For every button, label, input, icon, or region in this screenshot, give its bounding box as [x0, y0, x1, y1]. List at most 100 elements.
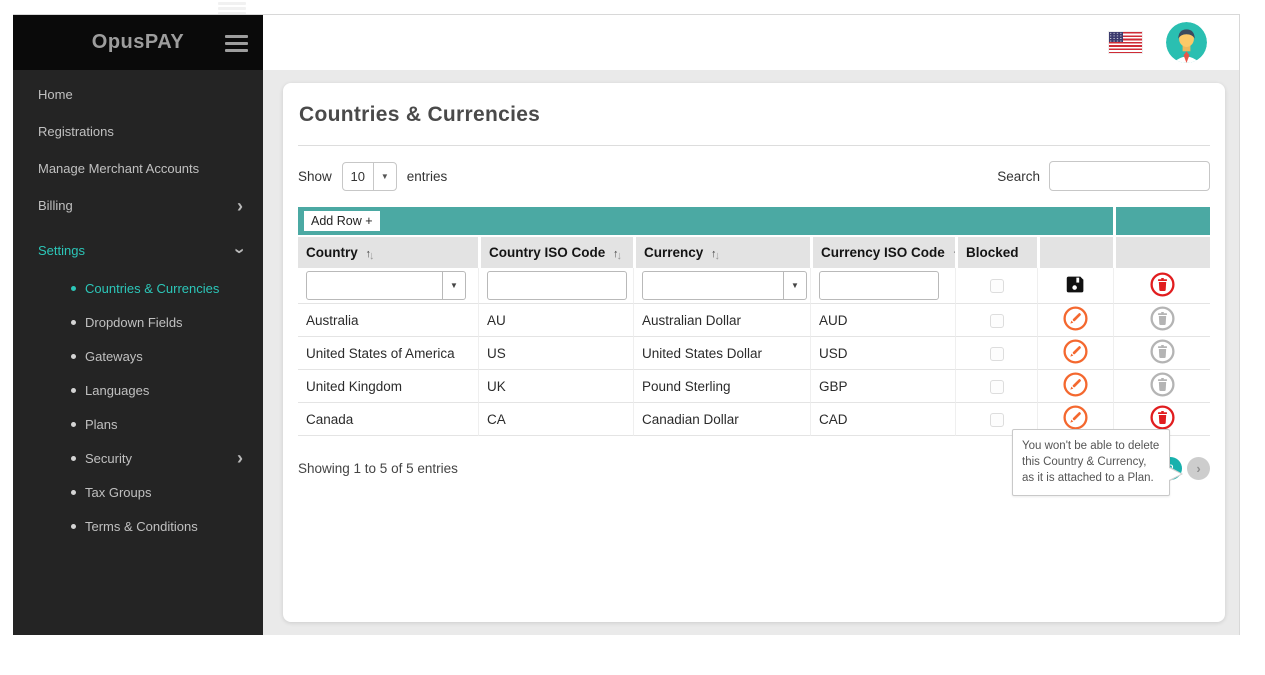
table-header-row: Country ↑↓ Country ISO Code ↑↓ Currency … [298, 235, 1210, 268]
select-arrow-icon: ▼ [442, 272, 465, 299]
new-row-editor: ▼ ▼ [298, 268, 1210, 304]
cell-currency-iso: USD [810, 337, 955, 370]
cell-country-iso: US [478, 337, 633, 370]
add-row-button[interactable]: Add Row + [304, 211, 380, 231]
select-arrow-icon: ▼ [373, 163, 396, 190]
bullet-icon [71, 388, 76, 393]
cell-country: Canada [298, 403, 478, 436]
column-header-currency[interactable]: Currency ↑↓ [633, 235, 810, 268]
blocked-checkbox[interactable] [990, 314, 1004, 328]
cell-currency-iso: CAD [810, 403, 955, 436]
sidebar-item-manage-merchant-accounts[interactable]: Manage Merchant Accounts [13, 150, 263, 187]
search-input[interactable] [1049, 161, 1210, 191]
blocked-checkbox[interactable] [990, 279, 1004, 293]
page-length-select[interactable]: 10 ▼ [342, 162, 397, 191]
edit-icon[interactable] [1062, 404, 1089, 431]
cell-country: United States of America [298, 337, 478, 370]
page-title: Countries & Currencies [298, 83, 1210, 145]
country-select[interactable]: ▼ [306, 271, 466, 300]
show-label: Show [298, 169, 332, 184]
delete-icon-disabled[interactable] [1149, 371, 1176, 398]
delete-icon-disabled[interactable] [1149, 305, 1176, 332]
column-header-currency-iso[interactable]: Currency ISO Code ↑↓ [810, 235, 955, 268]
blocked-checkbox[interactable] [990, 380, 1004, 394]
sort-icon: ↑↓ [613, 245, 620, 260]
table-row: United States of America US United State… [298, 337, 1210, 370]
select-arrow-icon: ▼ [783, 272, 806, 299]
sidebar-item-terms-conditions[interactable]: Terms & Conditions [13, 509, 263, 543]
brand-logo: OpusPAY [92, 31, 184, 54]
cell-country-iso: CA [478, 403, 633, 436]
sidebar-item-languages[interactable]: Languages [13, 373, 263, 407]
delete-disabled-tooltip: You won't be able to delete this Country… [1012, 429, 1170, 496]
country-iso-input[interactable] [487, 271, 627, 300]
bullet-icon [71, 354, 76, 359]
cell-country-iso: UK [478, 370, 633, 403]
sidebar-item-registrations[interactable]: Registrations [13, 113, 263, 150]
sidebar-item-dropdown-fields[interactable]: Dropdown Fields [13, 305, 263, 339]
page-length-control: Show 10 ▼ entries [298, 162, 447, 191]
cell-country: Australia [298, 304, 478, 337]
column-header-country-iso[interactable]: Country ISO Code ↑↓ [478, 235, 633, 268]
sidebar-item-gateways[interactable]: Gateways [13, 339, 263, 373]
cell-currency: Australian Dollar [633, 304, 810, 337]
sidebar-item-tax-groups[interactable]: Tax Groups [13, 475, 263, 509]
table-row: United Kingdom UK Pound Sterling GBP [298, 370, 1210, 403]
currency-iso-input[interactable] [819, 271, 939, 300]
language-flag-icon[interactable] [1109, 32, 1142, 53]
table-row: Australia AU Australian Dollar AUD [298, 304, 1210, 337]
sidebar-item-home[interactable]: Home [13, 76, 263, 113]
pagination-next-icon[interactable]: › [1187, 457, 1210, 480]
sort-icon: ↑↓ [953, 245, 955, 260]
entries-label: entries [407, 169, 448, 184]
column-header-delete [1113, 235, 1210, 268]
delete-icon-disabled[interactable] [1149, 338, 1176, 365]
column-header-edit [1037, 235, 1113, 268]
sidebar-item-security[interactable]: Security › [13, 441, 263, 475]
chevron-right-icon: › [237, 201, 243, 211]
delete-icon[interactable] [1149, 271, 1176, 298]
bullet-icon [71, 422, 76, 427]
sidebar-item-countries-currencies[interactable]: Countries & Currencies [13, 271, 263, 305]
bullet-icon [71, 524, 76, 529]
edit-icon[interactable] [1062, 305, 1089, 332]
sort-icon: ↑↓ [711, 245, 718, 260]
cell-currency: Pound Sterling [633, 370, 810, 403]
cell-currency-iso: AUD [810, 304, 955, 337]
user-avatar[interactable] [1166, 22, 1207, 63]
bullet-icon [71, 286, 76, 291]
countries-table: Add Row + Country ↑↓ Country ISO Code ↑↓ [298, 207, 1210, 436]
currency-select[interactable]: ▼ [642, 271, 807, 300]
edit-icon[interactable] [1062, 371, 1089, 398]
sidebar-item-billing[interactable]: Billing › [13, 187, 263, 224]
cell-country-iso: AU [478, 304, 633, 337]
blocked-checkbox[interactable] [990, 413, 1004, 427]
column-header-country[interactable]: Country ↑↓ [298, 235, 478, 268]
cell-currency: Canadian Dollar [633, 403, 810, 436]
menu-toggle-icon[interactable] [225, 35, 248, 56]
chevron-down-icon: › [235, 248, 245, 254]
search-control: Search [997, 161, 1210, 191]
blocked-checkbox[interactable] [990, 347, 1004, 361]
search-label: Search [997, 169, 1040, 184]
table-controls: Show 10 ▼ entries Search [298, 161, 1210, 191]
sidebar-item-plans[interactable]: Plans [13, 407, 263, 441]
settings-submenu: Countries & Currencies Dropdown Fields G… [13, 269, 263, 547]
bullet-icon [71, 456, 76, 461]
cell-country: United Kingdom [298, 370, 478, 403]
entries-summary: Showing 1 to 5 of 5 entries [298, 461, 458, 476]
countries-currencies-card: Countries & Currencies Show 10 ▼ entries… [283, 83, 1225, 622]
sort-icon: ↑↓ [366, 245, 373, 260]
sidebar: Home Registrations Manage Merchant Accou… [13, 70, 263, 635]
bullet-icon [71, 320, 76, 325]
edit-icon[interactable] [1062, 338, 1089, 365]
save-icon[interactable] [1065, 274, 1086, 295]
cell-currency-iso: GBP [810, 370, 955, 403]
content-area: Countries & Currencies Show 10 ▼ entries… [263, 70, 1240, 635]
title-divider [298, 145, 1210, 146]
delete-icon[interactable] [1149, 404, 1176, 431]
sidebar-item-settings[interactable]: Settings › [13, 232, 263, 269]
column-header-blocked: Blocked [955, 235, 1037, 268]
logo-bar: OpusPAY [13, 14, 263, 70]
add-row-bar: Add Row + [298, 207, 1210, 235]
